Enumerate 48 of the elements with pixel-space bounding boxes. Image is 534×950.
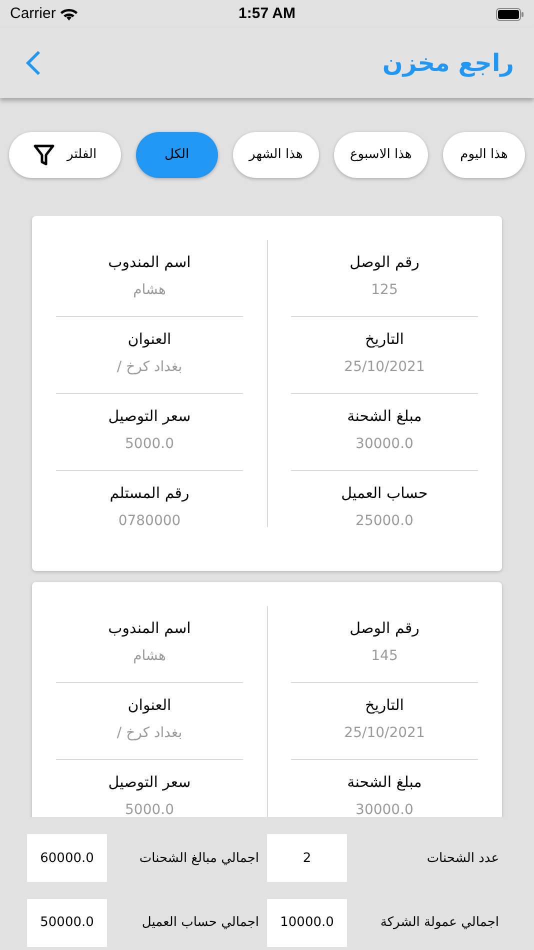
total-value: 60000.0 bbox=[27, 834, 107, 882]
field-label: اسم المندوب bbox=[108, 252, 191, 273]
total-label: اجمالي حساب العميل bbox=[142, 914, 260, 932]
filter-chip[interactable]: الكل bbox=[136, 132, 218, 178]
total-label: اجمالي مبالغ الشحنات bbox=[139, 850, 260, 868]
field-value: 0780000 bbox=[118, 512, 181, 531]
total-value: 10000.0 bbox=[267, 898, 347, 947]
field-value: 145 bbox=[371, 647, 398, 666]
field-label: اسم المندوب bbox=[108, 618, 191, 639]
page-title: راجع مخزن bbox=[382, 48, 514, 79]
field-value: 25/10/2021 bbox=[344, 724, 425, 743]
field-label: التاريخ bbox=[365, 695, 404, 716]
field-value: 30000.0 bbox=[356, 801, 414, 817]
field-value: 25000.0 bbox=[356, 512, 414, 531]
field-value: هشام bbox=[133, 647, 166, 666]
field-value: 5000.0 bbox=[125, 435, 174, 454]
filter-chip[interactable]: هذا الشهر bbox=[233, 132, 319, 178]
total-value: 50000.0 bbox=[27, 898, 107, 947]
funnel-icon bbox=[33, 143, 56, 167]
field-label: رقم الوصل bbox=[350, 252, 420, 273]
field-label: مبلغ الشحنة bbox=[347, 772, 422, 793]
field-label: العنوان bbox=[128, 695, 172, 716]
filter-chip[interactable]: هذا اليوم bbox=[443, 132, 525, 178]
field-value: 25/10/2021 bbox=[344, 358, 425, 377]
battery-icon bbox=[496, 8, 524, 20]
wifi-icon bbox=[60, 8, 78, 20]
filter-chip[interactable]: الفلتر bbox=[9, 132, 121, 178]
status-time: 1:57 AM bbox=[238, 4, 296, 24]
field-label: رقم المستلم bbox=[110, 483, 190, 504]
field-label: رقم الوصل bbox=[350, 618, 420, 639]
field-value: بغداد كرخ / bbox=[116, 358, 182, 377]
filter-chip[interactable]: هذا الاسبوع bbox=[334, 132, 428, 178]
carrier-label: Carrier bbox=[10, 4, 56, 24]
field-value: بغداد كرخ / bbox=[116, 724, 182, 743]
field-value: 5000.0 bbox=[125, 801, 174, 817]
field-label: مبلغ الشحنة bbox=[347, 406, 422, 427]
total-value: 2 bbox=[267, 834, 347, 882]
total-label: عدد الشحنات bbox=[426, 850, 500, 868]
field-label: سعر التوصيل bbox=[108, 772, 191, 793]
field-label: التاريخ bbox=[365, 329, 404, 350]
back-icon bbox=[24, 50, 42, 76]
total-label: اجمالي عمولة الشركة bbox=[380, 914, 500, 932]
field-value: هشام bbox=[133, 281, 166, 300]
field-label: سعر التوصيل bbox=[108, 406, 191, 427]
field-value: 30000.0 bbox=[356, 435, 414, 454]
field-label: العنوان bbox=[128, 329, 172, 350]
field-label: حساب العميل bbox=[341, 483, 428, 504]
field-value: 125 bbox=[371, 281, 398, 300]
